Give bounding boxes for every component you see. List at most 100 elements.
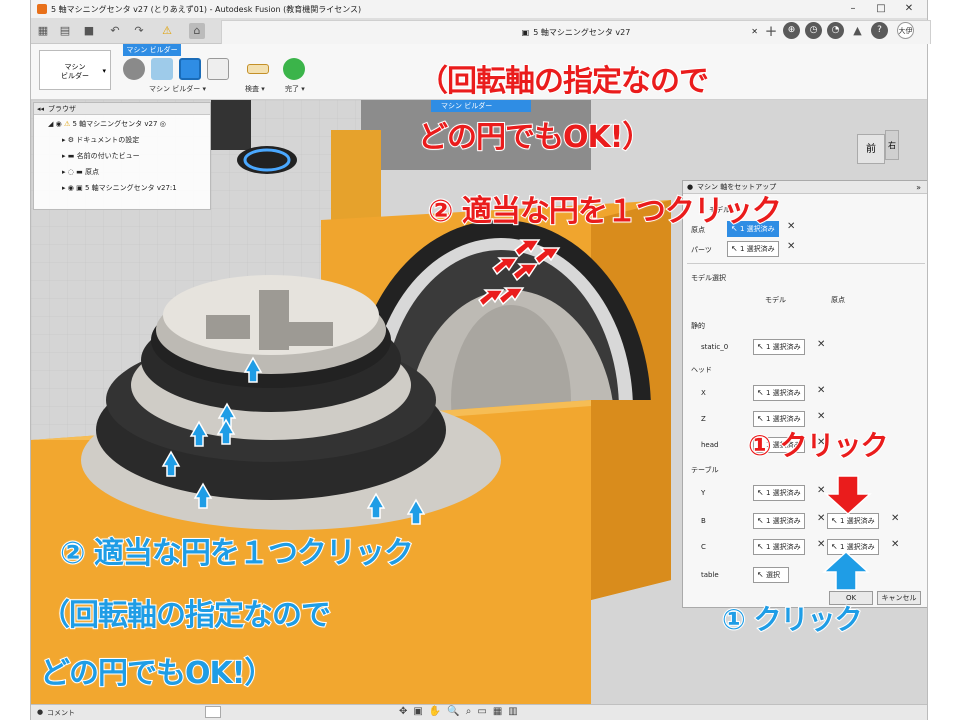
expand-icon[interactable]: ▸ xyxy=(62,136,66,144)
annotation-step1-blue: ① クリック xyxy=(721,602,863,637)
annotation-step2-red: ② 適当な円を１つクリック xyxy=(427,193,783,230)
document-tab[interactable]: ▣ 5 軸マシニングセンタ v27 ✕ xyxy=(221,20,931,44)
b-origin-selector[interactable]: ↖ 1 選択済み xyxy=(827,513,879,529)
redo-icon[interactable]: ↷ xyxy=(131,23,147,39)
gear-icon[interactable] xyxy=(123,58,145,80)
job-status-icon[interactable]: ◷ xyxy=(805,22,822,39)
expand-dialog-icon[interactable]: » xyxy=(916,181,921,194)
display-settings-icon[interactable]: ▭ xyxy=(477,706,492,717)
clear-selection-icon[interactable]: ✕ xyxy=(817,385,825,396)
notification-icon[interactable]: ▲ xyxy=(849,22,866,39)
selection-count: 1 選択済み xyxy=(766,389,801,397)
clear-selection-icon[interactable]: ✕ xyxy=(787,241,795,252)
user-avatar[interactable]: 大伊 xyxy=(897,22,914,39)
clear-selection-icon[interactable]: ✕ xyxy=(817,339,825,350)
annotation-note-red-line2: どの円でもOK!） xyxy=(417,119,653,156)
clear-selection-icon[interactable]: ✕ xyxy=(787,221,795,232)
grid-menu-icon[interactable]: ▦ xyxy=(35,23,51,39)
file-icon[interactable]: ▤ xyxy=(57,23,73,39)
sliders-icon[interactable] xyxy=(207,58,229,80)
collapse-icon[interactable]: ◂◂ xyxy=(37,103,44,115)
b-axis-label: B xyxy=(701,517,706,525)
browser-root-row[interactable]: ◢ ◉ ⚠ 5 軸マシニングセンタ v27 ◎ xyxy=(48,117,166,131)
clear-selection-icon[interactable]: ✕ xyxy=(891,539,899,550)
viewcube-front[interactable]: 前 xyxy=(857,134,885,164)
finish-check-icon[interactable] xyxy=(283,58,305,80)
document-tab-label: 5 軸マシニングセンタ v27 xyxy=(533,28,631,37)
y-axis-label: Y xyxy=(701,489,706,497)
extensions-icon[interactable]: ⊕ xyxy=(783,22,800,39)
column-model-header: モデル xyxy=(765,296,786,304)
application-bar: ▦ ▤ ■ ↶ ↷ ⚠ ⌂ ▣ 5 軸マシニングセンタ v27 ✕ + ⊕ ◷ … xyxy=(31,18,931,44)
undo-icon[interactable]: ↶ xyxy=(107,23,123,39)
pan-icon[interactable]: ✋ xyxy=(429,706,447,717)
table-model-selector[interactable]: ↖ 選択 xyxy=(753,567,789,583)
help-icon[interactable]: ? xyxy=(871,22,888,39)
warning-icon[interactable]: ⚠ xyxy=(159,23,175,39)
look-at-icon[interactable]: ▣ xyxy=(413,706,428,717)
axis-setup-icon[interactable] xyxy=(179,58,201,80)
comment-expand-button[interactable] xyxy=(205,706,221,718)
viewcube-right[interactable]: 右 xyxy=(885,130,899,160)
expand-icon[interactable]: ▸ xyxy=(62,152,66,160)
browser-item[interactable]: ▸ ◌ ▬ 原点 xyxy=(62,165,99,179)
browser-item[interactable]: ▸ ◉ ▣ 5 軸マシニングセンタ v27:1 xyxy=(62,181,177,195)
browser-item[interactable]: ▸ ⚙ ドキュメントの設定 xyxy=(62,133,139,147)
b-model-selector[interactable]: ↖ 1 選択済み xyxy=(753,513,805,529)
screenshot-root: 5 軸マシニングセンタ v27 (とりあえず01) - Autodesk Fus… xyxy=(0,0,960,720)
close-button[interactable]: ✕ xyxy=(895,0,923,18)
group-machine-builder-label[interactable]: マシン ビルダー ▾ xyxy=(149,84,206,94)
clear-selection-icon[interactable]: ✕ xyxy=(817,411,825,422)
table-label: table xyxy=(701,571,719,579)
measure-icon[interactable] xyxy=(247,64,269,74)
fit-icon[interactable]: ⌕ xyxy=(466,706,478,717)
expand-icon[interactable]: ▸ xyxy=(62,168,66,176)
browser-item[interactable]: ▸ ▬ 名前の付いたビュー xyxy=(62,149,140,163)
cursor-icon: ↖ xyxy=(757,516,764,525)
radio-icon[interactable]: ◎ xyxy=(160,120,166,128)
cancel-button[interactable]: キャンセル xyxy=(877,591,921,605)
selection-count: 1 選択済み xyxy=(766,543,801,551)
expand-icon[interactable]: ▸ xyxy=(62,184,66,192)
clear-selection-icon[interactable]: ✕ xyxy=(891,513,899,524)
clear-selection-icon[interactable]: ✕ xyxy=(817,539,825,550)
orbit-icon[interactable]: ✥ xyxy=(399,706,413,717)
expand-icon[interactable]: ◢ xyxy=(48,120,53,128)
component-icon[interactable] xyxy=(151,58,173,80)
minimize-button[interactable]: – xyxy=(839,0,867,18)
annotation-note-blue-line1: （回転軸の指定なので xyxy=(39,597,332,634)
eye-icon[interactable]: ◉ xyxy=(68,184,74,192)
viewcube[interactable]: 前 右 xyxy=(853,124,905,174)
c-origin-selector[interactable]: ↖ 1 選択済み xyxy=(827,539,879,555)
x-model-selector[interactable]: ↖ 1 選択済み xyxy=(753,385,805,401)
y-model-selector[interactable]: ↖ 1 選択済み xyxy=(753,485,805,501)
browser-item-label: 原点 xyxy=(84,168,99,176)
tab-machine-builder[interactable]: マシン ビルダー xyxy=(123,44,181,56)
new-tab-icon[interactable]: + xyxy=(763,23,779,39)
inspect-label[interactable]: 検査 ▾ xyxy=(245,84,265,94)
eye-icon[interactable]: ◉ xyxy=(56,120,62,128)
tab-close-icon[interactable]: ✕ xyxy=(751,27,758,36)
comment-icon[interactable]: ● xyxy=(37,708,43,716)
workspace-switcher[interactable]: マシン ビルダー ▾ xyxy=(39,50,111,90)
c-axis-label: C xyxy=(701,543,706,551)
floating-command-bar[interactable]: マシン ビルダー xyxy=(431,100,531,112)
clear-selection-icon[interactable]: ✕ xyxy=(817,485,825,496)
save-icon[interactable]: ■ xyxy=(81,23,97,39)
viewports-icon[interactable]: ▥ xyxy=(508,706,523,717)
browser-title: ブラウザ xyxy=(48,105,76,113)
zoom-icon[interactable]: 🔍 xyxy=(447,706,465,717)
cursor-icon: ↖ xyxy=(831,542,838,551)
parts-selector[interactable]: ↖ 1 選択済み xyxy=(727,241,779,257)
clear-selection-icon[interactable]: ✕ xyxy=(817,513,825,524)
static-0-model-selector[interactable]: ↖ 1 選択済み xyxy=(753,339,805,355)
grid-settings-icon[interactable]: ▦ xyxy=(493,706,508,717)
eye-icon[interactable]: ◌ xyxy=(68,168,74,176)
model-select-section-label: モデル選択 xyxy=(691,274,726,282)
maximize-button[interactable]: □ xyxy=(867,0,895,18)
c-model-selector[interactable]: ↖ 1 選択済み xyxy=(753,539,805,555)
finish-label[interactable]: 完了 ▾ xyxy=(285,84,305,94)
clock-icon[interactable]: ◔ xyxy=(827,22,844,39)
browser-header[interactable]: ◂◂ ブラウザ xyxy=(34,103,210,115)
home-icon[interactable]: ⌂ xyxy=(189,23,205,39)
